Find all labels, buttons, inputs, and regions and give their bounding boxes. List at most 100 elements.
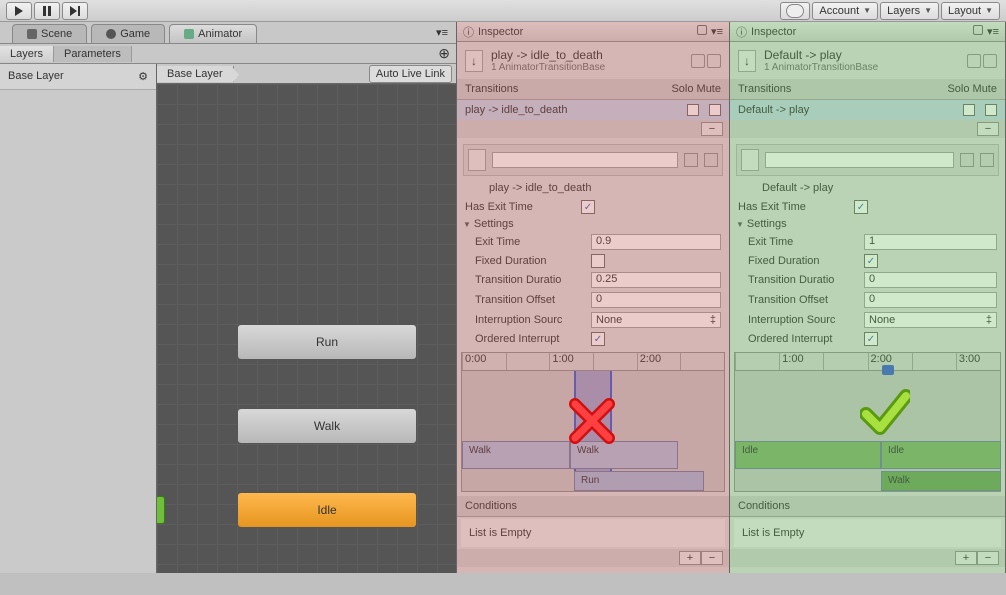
animator-graph[interactable]: Base Layer Auto Live Link Ru (157, 64, 456, 573)
remove-button[interactable]: − (977, 551, 999, 565)
remove-button[interactable]: − (701, 551, 723, 565)
solo-checkbox[interactable] (687, 104, 699, 116)
layers-label: Layers (887, 5, 920, 17)
layers-dropdown[interactable]: Layers ▼ (880, 2, 939, 20)
node-idle[interactable]: Idle (237, 492, 417, 528)
fixed-duration-checkbox[interactable] (864, 254, 878, 268)
mute-checkbox[interactable] (985, 104, 997, 116)
pause-button[interactable] (34, 2, 60, 20)
name-field[interactable] (492, 152, 678, 168)
scene-icon (27, 29, 37, 39)
col-solo: Solo (947, 83, 969, 95)
lock-icon[interactable] (973, 25, 983, 35)
subtab-layers[interactable]: Layers (0, 46, 54, 62)
interruption-source-dropdown[interactable]: None‡ (591, 312, 721, 328)
inspector-icon: ⓘ (736, 24, 747, 40)
transition-subtitle: 1 AnimatorTransitionBase (491, 62, 683, 73)
panel-menu-icon[interactable]: ▾≡ (428, 22, 456, 43)
chevron-down-icon: ▼ (924, 6, 932, 15)
animator-panel: Scene Game Animator ▾≡ Layers Parameters… (0, 22, 457, 573)
tab-scene[interactable]: Scene (12, 24, 87, 43)
transition-title: play -> idle_to_death (491, 48, 683, 62)
inspector-icon: ⓘ (463, 24, 474, 40)
exit-time-field[interactable]: 1 (864, 234, 997, 250)
tab-scene-label: Scene (41, 28, 72, 40)
solo-checkbox[interactable] (963, 104, 975, 116)
timeline-clip[interactable]: Walk (881, 471, 1001, 491)
entry-node[interactable] (157, 496, 165, 524)
play-icon (15, 6, 23, 16)
transition-duration-label: Transition Duratio (748, 274, 858, 286)
mid-name-label: Default -> play (730, 182, 1005, 198)
help-icon[interactable] (967, 54, 981, 68)
node-run[interactable]: Run (237, 324, 417, 360)
step-button[interactable] (62, 2, 88, 20)
help-icon[interactable] (684, 153, 698, 167)
add-layer-button[interactable]: ⊕ (432, 45, 456, 62)
settings-foldout[interactable]: Settings (457, 216, 729, 232)
gear-icon[interactable] (704, 153, 718, 167)
remove-button[interactable]: − (977, 122, 999, 136)
play-button[interactable] (6, 2, 32, 20)
section-transitions: Transitions (465, 83, 518, 95)
has-exit-time-label: Has Exit Time (738, 201, 848, 213)
layout-label: Layout (948, 5, 981, 17)
check-icon (860, 386, 910, 436)
cloud-button[interactable] (780, 2, 810, 20)
exit-time-label: Exit Time (475, 236, 585, 248)
tab-game[interactable]: Game (91, 24, 165, 43)
animator-icon (184, 29, 194, 39)
mute-checkbox[interactable] (709, 104, 721, 116)
transition-duration-field[interactable]: 0 (864, 272, 997, 288)
account-dropdown[interactable]: Account▼ (812, 2, 878, 20)
gear-icon[interactable] (707, 54, 721, 68)
interruption-source-dropdown[interactable]: None‡ (864, 312, 997, 328)
section-transitions: Transitions (738, 83, 791, 95)
panel-menu-icon[interactable]: ▾≡ (987, 25, 999, 38)
tab-animator[interactable]: Animator (169, 24, 257, 43)
layout-dropdown[interactable]: Layout▼ (941, 2, 1000, 20)
gear-icon[interactable] (983, 54, 997, 68)
help-icon[interactable] (960, 153, 974, 167)
col-mute: Mute (697, 83, 721, 95)
timeline-clip[interactable]: Run (574, 471, 704, 491)
transition-offset-field[interactable]: 0 (864, 292, 997, 308)
transition-offset-label: Transition Offset (475, 294, 585, 306)
transition-duration-field[interactable]: 0.25 (591, 272, 721, 288)
add-button[interactable]: + (679, 551, 701, 565)
has-exit-time-checkbox[interactable] (854, 200, 868, 214)
name-field[interactable] (765, 152, 954, 168)
node-walk[interactable]: Walk (237, 408, 417, 444)
settings-foldout[interactable]: Settings (730, 216, 1005, 232)
remove-button[interactable]: − (701, 122, 723, 136)
timeline-clip[interactable]: Idle (735, 441, 881, 469)
gear-icon[interactable]: ⚙ (138, 70, 148, 83)
add-button[interactable]: + (955, 551, 977, 565)
transition-title: Default -> play (764, 48, 959, 62)
transition-offset-field[interactable]: 0 (591, 292, 721, 308)
panel-menu-icon[interactable]: ▾≡ (711, 25, 723, 38)
transition-offset-label: Transition Offset (748, 294, 858, 306)
layer-row[interactable]: Base Layer ⚙ (0, 64, 156, 90)
exit-time-field[interactable]: 0.9 (591, 234, 721, 250)
cloud-icon (786, 4, 804, 18)
layer-name-label: Base Layer (8, 70, 64, 83)
lock-icon[interactable] (697, 25, 707, 35)
account-label: Account (819, 5, 859, 17)
gear-icon[interactable] (980, 153, 994, 167)
transition-list-row[interactable]: play -> idle_to_death (457, 100, 729, 120)
ordered-interrupt-label: Ordered Interrupt (475, 333, 585, 345)
has-exit-time-checkbox[interactable] (581, 200, 595, 214)
transition-list-row[interactable]: Default -> play (730, 100, 1005, 120)
fixed-duration-label: Fixed Duration (748, 255, 858, 267)
ordered-interrupt-label: Ordered Interrupt (748, 333, 858, 345)
timeline-clip[interactable]: Walk (462, 441, 570, 469)
col-solo: Solo (671, 83, 693, 95)
tab-game-label: Game (120, 28, 150, 40)
tab-animator-label: Animator (198, 28, 242, 40)
help-icon[interactable] (691, 54, 705, 68)
has-exit-time-label: Has Exit Time (465, 201, 575, 213)
fixed-duration-checkbox[interactable] (591, 254, 605, 268)
subtab-parameters[interactable]: Parameters (54, 46, 132, 62)
timeline-clip[interactable]: Idle (881, 441, 1001, 469)
